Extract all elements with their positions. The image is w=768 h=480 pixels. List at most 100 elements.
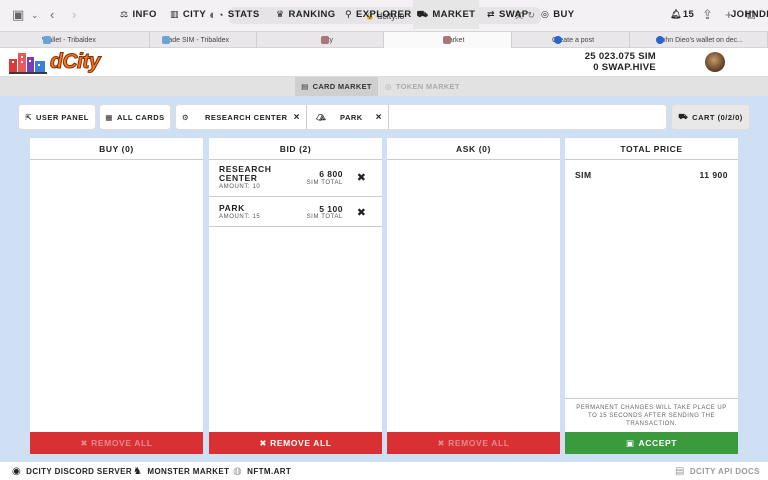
all-cards-button[interactable]: ▦ ALL CARDS bbox=[100, 105, 170, 129]
browser-tab[interactable]: Wallet - Tribaldex bbox=[0, 32, 150, 48]
browser-tab[interactable]: John Dieo's wallet on dec... bbox=[630, 32, 768, 48]
nav-stats[interactable]: ◔ STATS bbox=[216, 0, 262, 29]
monster-market-link[interactable]: ♞ MONSTER MARKET bbox=[133, 462, 229, 480]
nav-ranking[interactable]: ♛ RANKING bbox=[274, 0, 338, 29]
nav-buy[interactable]: ◎ BUY bbox=[539, 0, 577, 29]
chevron-down-icon[interactable]: ⌄ bbox=[31, 8, 39, 22]
remove-chip-icon[interactable]: × bbox=[294, 112, 300, 123]
browser-tab-active[interactable]: Market bbox=[384, 32, 512, 48]
discord-link[interactable]: ◉ DCITY DISCORD SERVER bbox=[12, 462, 132, 480]
nav-label: BUY bbox=[553, 9, 575, 20]
nav-label: RANKING bbox=[288, 9, 336, 20]
close-icon: ✖ bbox=[259, 437, 268, 448]
ask-panel: ASK (0) ✖ REMOVE ALL bbox=[387, 138, 560, 454]
filter-chip-park[interactable]: ⛺︎ PARK × bbox=[307, 105, 389, 129]
cards-icon: ▦ bbox=[105, 112, 113, 122]
browser-tab-bar: Wallet - Tribaldex Trade SIM - Tribaldex… bbox=[0, 31, 768, 48]
money-icon: ▣ bbox=[625, 437, 635, 448]
close-icon[interactable]: ✖ bbox=[357, 171, 366, 184]
notifications-button[interactable]: 🔔︎ 15 bbox=[670, 0, 694, 29]
button-label: REMOVE ALL bbox=[270, 438, 332, 448]
nav-city[interactable]: ▥ CITY bbox=[168, 0, 208, 29]
favicon-icon bbox=[554, 36, 562, 44]
wallet-balance: 25 023.075 SIM 0 SWAP.HIVE bbox=[568, 51, 656, 73]
favicon-icon bbox=[656, 36, 664, 44]
browser-tab[interactable]: City bbox=[257, 32, 384, 48]
cart-icon: ⛟ bbox=[416, 8, 429, 19]
browser-tab[interactable]: Trade SIM - Tribaldex bbox=[150, 32, 257, 48]
nav-label: INFO bbox=[132, 9, 157, 20]
total-currency: SIM bbox=[575, 170, 592, 180]
filter-chip-research-center[interactable]: ⚙ RESEARCH CENTER × bbox=[176, 105, 307, 129]
nav-explorer[interactable]: ⚲ EXPLORER bbox=[343, 0, 413, 29]
user-panel-icon: ⇱ bbox=[25, 112, 32, 122]
bell-icon: 🔔︎ bbox=[670, 9, 682, 19]
close-icon[interactable]: ✖ bbox=[357, 206, 366, 219]
buy-panel: BUY (0) ✖ REMOVE ALL bbox=[30, 138, 203, 454]
card-icon: ▤ bbox=[301, 82, 309, 91]
tab-label: CARD MARKET bbox=[312, 82, 372, 91]
chart-icon: ◔ bbox=[218, 9, 224, 20]
button-label: CART (0/2/0) bbox=[692, 112, 743, 122]
tent-icon: ⛺︎ bbox=[316, 112, 327, 122]
favicon-icon bbox=[443, 36, 451, 44]
panel-title: BUY (0) bbox=[30, 138, 203, 160]
bid-panel: BID (2) RESEARCH CENTER AMOUNT: 10 6 800… bbox=[209, 138, 382, 454]
username-menu[interactable]: JOHNDIE bbox=[731, 0, 768, 29]
gear-icon: ⚙ bbox=[182, 112, 190, 122]
card-amount: AMOUNT: 15 bbox=[219, 214, 261, 220]
username: JOHNDIE bbox=[731, 9, 768, 20]
close-icon: ✖ bbox=[80, 437, 89, 448]
card-name: PARK bbox=[219, 203, 245, 213]
bid-value: 6 800 bbox=[319, 169, 343, 179]
remove-chip-icon[interactable]: × bbox=[376, 112, 382, 123]
tab-label: TOKEN MARKET bbox=[395, 82, 460, 91]
api-docs-link[interactable]: ▤ DCITY API DOCS bbox=[675, 462, 760, 480]
accept-button[interactable]: ▣ ACCEPT bbox=[565, 432, 738, 454]
close-icon: ✖ bbox=[437, 437, 446, 448]
filter-chip-bar: ⚙ RESEARCH CENTER × ⛺︎ PARK × bbox=[176, 105, 666, 129]
sidebar-toggle-icon[interactable]: ▣ bbox=[12, 8, 24, 22]
trophy-icon: ♛ bbox=[276, 9, 285, 19]
list-item: RESEARCH CENTER AMOUNT: 10 6 800 SIM TOT… bbox=[209, 161, 382, 197]
panel-title: ASK (0) bbox=[387, 138, 560, 160]
discord-icon: ◉ bbox=[12, 465, 22, 477]
back-icon[interactable]: ‹ bbox=[50, 8, 54, 22]
remove-all-button[interactable]: ✖ REMOVE ALL bbox=[30, 432, 203, 454]
card-name: RESEARCH CENTER bbox=[219, 164, 272, 183]
link-label: DCITY DISCORD SERVER bbox=[26, 466, 133, 476]
nav-market[interactable]: ⛟ MARKET bbox=[413, 0, 479, 29]
nav-label: STATS bbox=[227, 9, 260, 20]
browser-tab[interactable]: Create a post bbox=[512, 32, 630, 48]
link-label: DCITY API DOCS bbox=[689, 466, 760, 476]
tab-token-market[interactable]: ◎ TOKEN MARKET bbox=[385, 77, 465, 96]
button-label: USER PANEL bbox=[36, 112, 89, 122]
list-item: PARK AMOUNT: 15 5 100 SIM TOTAL ✖ bbox=[209, 197, 382, 227]
link-label: NFTM.ART bbox=[247, 466, 292, 476]
market-subnav bbox=[0, 77, 768, 96]
remove-all-button[interactable]: ✖ REMOVE ALL bbox=[209, 432, 382, 454]
forward-icon[interactable]: › bbox=[72, 8, 76, 22]
nav-info[interactable]: ⚖ INFO bbox=[118, 0, 159, 29]
panel-title: TOTAL PRICE bbox=[565, 138, 738, 160]
cart-button[interactable]: ⛟ CART (0/2/0) bbox=[672, 105, 749, 129]
share-icon[interactable]: ⇪ bbox=[702, 8, 713, 22]
button-label: ACCEPT bbox=[638, 438, 678, 448]
tab-card-market[interactable]: ▤ CARD MARKET bbox=[295, 77, 378, 96]
nav-swap[interactable]: ⇄ SWAP bbox=[485, 0, 531, 29]
avatar[interactable] bbox=[705, 52, 725, 72]
balance-scale-icon: ⚖ bbox=[120, 9, 129, 19]
nftm-link[interactable]: ◍ NFTM.ART bbox=[233, 462, 291, 480]
dcity-logo[interactable]: dCity bbox=[9, 50, 106, 74]
card-amount: AMOUNT: 10 bbox=[219, 184, 261, 190]
favicon-icon bbox=[43, 36, 51, 44]
bid-unit: SIM TOTAL bbox=[306, 214, 343, 220]
button-label: REMOVE ALL bbox=[448, 438, 510, 448]
nav-label: SWAP bbox=[498, 9, 529, 20]
total-value: 11 900 bbox=[699, 170, 728, 180]
favicon-icon bbox=[321, 36, 329, 44]
bid-unit: SIM TOTAL bbox=[306, 180, 343, 186]
nav-label: CITY bbox=[182, 9, 207, 20]
remove-all-button[interactable]: ✖ REMOVE ALL bbox=[387, 432, 560, 454]
user-panel-button[interactable]: ⇱ USER PANEL bbox=[19, 105, 95, 129]
